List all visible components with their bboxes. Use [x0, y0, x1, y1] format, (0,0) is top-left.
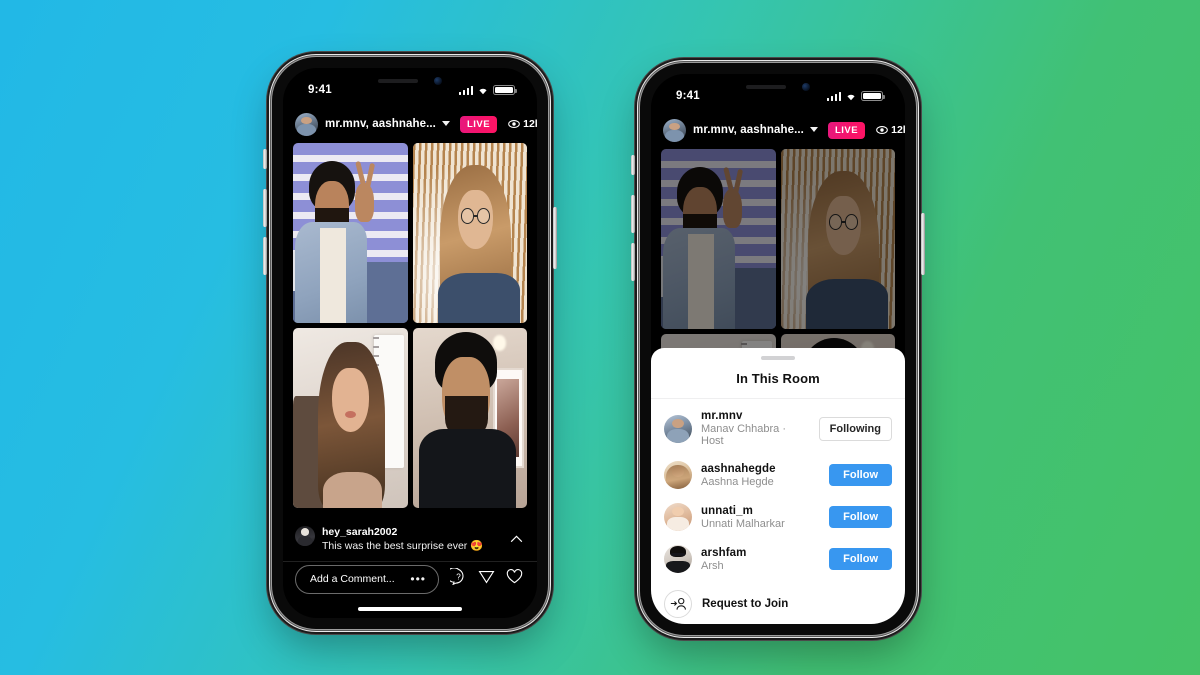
chevron-up-icon[interactable]	[510, 526, 523, 548]
front-camera	[802, 83, 810, 91]
comment-input-placeholder: Add a Comment...	[310, 573, 395, 585]
list-item[interactable]: unnati_m Unnati Malharkar Follow	[651, 496, 905, 538]
viewer-count-label: 12k	[891, 124, 905, 136]
follow-button[interactable]: Follow	[829, 506, 892, 528]
viewer-count: 12k	[876, 124, 905, 136]
list-item[interactable]: arshfam Arsh Follow	[651, 538, 905, 580]
avatar[interactable]	[664, 414, 692, 443]
member-username[interactable]: arshfam	[701, 547, 820, 559]
video-tile-arshfam[interactable]	[412, 328, 527, 508]
sheet-title: In This Room	[651, 360, 905, 399]
phone-mockup-in-this-room: 9:41 mr.mnv, aashnahe... LIVE 12k	[631, 63, 925, 635]
in-this-room-sheet: In This Room mr.mnv Manav Chhabra · Host…	[651, 348, 905, 624]
member-username[interactable]: aashnahegde	[701, 463, 820, 475]
commenter-avatar[interactable]	[295, 526, 315, 546]
latest-comment: hey_sarah2002 This was the best surprise…	[283, 520, 537, 562]
status-bar-time: 9:41	[676, 90, 700, 102]
battery-icon	[861, 91, 885, 101]
request-to-join-row[interactable]: Request to Join	[651, 580, 905, 624]
speaker-grille	[378, 79, 418, 83]
live-badge: LIVE	[459, 115, 498, 133]
device-notch	[354, 68, 466, 92]
question-bubble-icon[interactable]: ?	[446, 567, 467, 590]
person-add-icon	[664, 590, 692, 618]
live-badge: LIVE	[827, 121, 866, 139]
following-button[interactable]: Following	[818, 416, 892, 441]
comment-text: This was the best surprise ever 😍	[322, 540, 484, 552]
power-button[interactable]	[553, 207, 557, 269]
screenshot-canvas: 9:41 mr.mnv, aashnahe... LIVE 12k	[0, 0, 1200, 675]
avatar[interactable]	[664, 461, 692, 489]
silent-switch[interactable]	[631, 155, 635, 175]
viewer-count-label: 12k	[523, 118, 537, 130]
front-camera	[434, 77, 442, 85]
live-room-header: mr.mnv, aashnahe... LIVE 12k	[283, 108, 537, 140]
comment-input-row: Add a Comment... ••• ?	[283, 562, 537, 596]
eye-icon	[508, 120, 520, 128]
phone-screen-in-this-room: 9:41 mr.mnv, aashnahe... LIVE 12k	[651, 74, 905, 624]
chevron-down-icon[interactable]	[441, 120, 450, 126]
speaker-grille	[746, 85, 786, 89]
chevron-down-icon[interactable]	[809, 126, 818, 132]
status-bar-time: 9:41	[308, 84, 332, 96]
follow-button[interactable]: Follow	[829, 548, 892, 570]
video-tile-aashnahegde[interactable]	[412, 143, 527, 323]
volume-down-button[interactable]	[263, 237, 267, 275]
list-item[interactable]: mr.mnv Manav Chhabra · Host Following	[651, 403, 905, 454]
member-fullname: Aashna Hegde	[701, 475, 774, 488]
host-avatar[interactable]	[663, 118, 686, 142]
wifi-icon	[845, 92, 857, 101]
heart-icon[interactable]	[506, 568, 523, 590]
wifi-icon	[477, 86, 489, 95]
participants-label[interactable]: mr.mnv, aashnahe...	[693, 124, 804, 136]
battery-icon	[493, 85, 517, 95]
avatar[interactable]	[664, 545, 692, 573]
video-tile-mrmnv[interactable]	[293, 143, 408, 323]
comment-input[interactable]: Add a Comment... •••	[295, 564, 439, 594]
list-item[interactable]: aashnahegde Aashna Hegde Follow	[651, 454, 905, 496]
silent-switch[interactable]	[263, 149, 267, 169]
commenter-username[interactable]: hey_sarah2002	[322, 526, 503, 538]
viewer-count: 12k	[508, 118, 537, 130]
member-fullname: Arsh	[701, 559, 724, 572]
volume-up-button[interactable]	[263, 189, 267, 227]
video-tile-unnatim[interactable]	[293, 328, 408, 508]
home-indicator[interactable]	[358, 607, 462, 611]
participants-label[interactable]: mr.mnv, aashnahe...	[325, 118, 436, 130]
device-notch	[722, 74, 834, 98]
volume-down-button[interactable]	[631, 243, 635, 281]
request-to-join-label: Request to Join	[702, 598, 789, 610]
svg-text:?: ?	[456, 572, 461, 581]
member-fullname: Unnati Malharkar	[701, 517, 785, 530]
phone-screen-live-room: 9:41 mr.mnv, aashnahe... LIVE 12k	[283, 68, 537, 618]
room-member-list: mr.mnv Manav Chhabra · Host Following aa…	[651, 399, 905, 624]
member-fullname: Manav Chhabra · Host	[701, 423, 786, 447]
ellipsis-icon[interactable]: •••	[410, 572, 426, 586]
volume-up-button[interactable]	[631, 195, 635, 233]
member-username[interactable]: unnati_m	[701, 505, 820, 517]
power-button[interactable]	[921, 213, 925, 275]
eye-icon	[876, 126, 888, 134]
member-username[interactable]: mr.mnv	[701, 410, 810, 422]
avatar[interactable]	[664, 503, 692, 531]
video-grid	[283, 140, 537, 508]
send-paper-plane-icon[interactable]	[478, 568, 495, 590]
phone-mockup-live-room: 9:41 mr.mnv, aashnahe... LIVE 12k	[263, 57, 557, 629]
live-room-header: mr.mnv, aashnahe... LIVE 12k	[651, 114, 905, 146]
follow-button[interactable]: Follow	[829, 464, 892, 486]
host-avatar[interactable]	[295, 112, 318, 136]
